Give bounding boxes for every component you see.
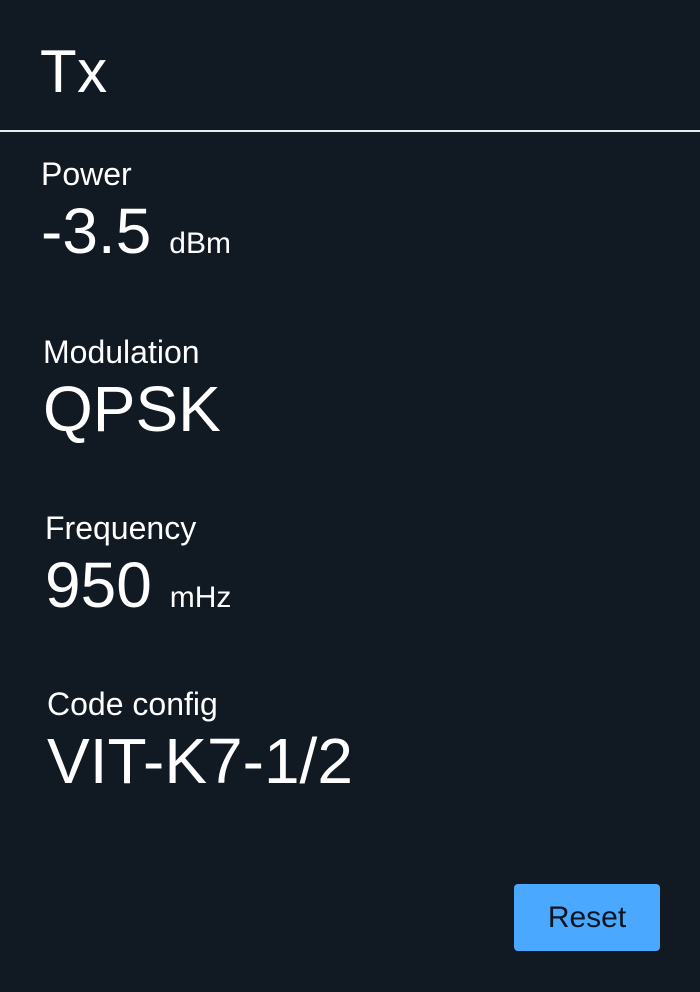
power-value-row: -3.5 dBm (41, 195, 231, 267)
modulation-field: Modulation QPSK (43, 333, 221, 445)
frequency-unit: mHz (169, 581, 232, 614)
panel-header: Tx (0, 0, 700, 132)
modulation-value: QPSK (43, 373, 221, 445)
frequency-value: 950 (45, 549, 152, 621)
code-config-value: VIT-K7-1/2 (47, 725, 353, 797)
code-config-value-row: VIT-K7-1/2 (47, 725, 353, 797)
reset-button[interactable]: Reset (514, 884, 660, 951)
power-field: Power -3.5 dBm (41, 155, 231, 267)
code-config-label: Code config (47, 686, 218, 722)
frequency-label: Frequency (45, 510, 197, 546)
tx-panel: Tx Power -3.5 dBm Modulation QPSK Freque… (0, 0, 700, 992)
frequency-value-row: 950 mHz (45, 549, 231, 621)
modulation-value-row: QPSK (43, 373, 221, 445)
power-value: -3.5 (41, 195, 152, 267)
modulation-label: Modulation (43, 334, 200, 370)
power-unit: dBm (169, 227, 231, 260)
frequency-field: Frequency 950 mHz (45, 509, 231, 621)
panel-title: Tx (40, 38, 108, 105)
power-label: Power (41, 156, 132, 192)
code-config-field: Code config VIT-K7-1/2 (47, 685, 353, 797)
